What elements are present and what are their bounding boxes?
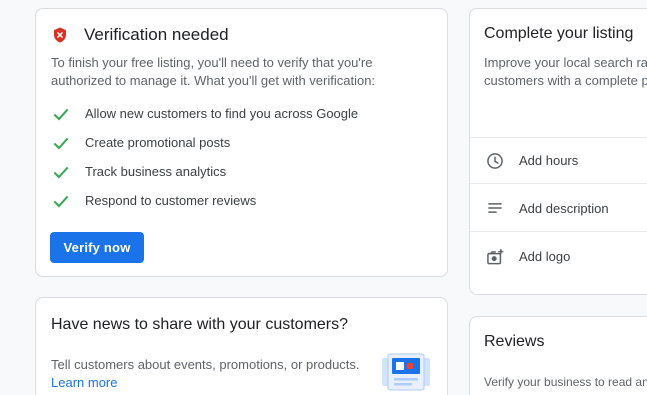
- add-logo-label: Add logo: [519, 249, 571, 264]
- verification-card: Verification needed To finish your free …: [35, 8, 448, 277]
- benefits-list: Allow new customers to find you across G…: [51, 99, 358, 215]
- add-description-item[interactable]: Add description: [470, 185, 647, 232]
- add-hours-item[interactable]: Add hours: [470, 137, 647, 184]
- listing-description-line: Improve your local search rank: [484, 55, 647, 70]
- verification-header: Verification needed: [51, 25, 229, 45]
- add-description-label: Add description: [519, 200, 609, 216]
- add-logo-item[interactable]: Add logo: [470, 233, 647, 280]
- list-item: Respond to customer reviews: [51, 186, 358, 215]
- learn-more-link[interactable]: Learn more: [51, 375, 117, 390]
- listing-title: Complete your listing: [484, 25, 634, 42]
- checkmark-icon: [53, 108, 69, 120]
- text-lines-icon: [488, 203, 502, 213]
- checkmark-icon: [53, 137, 69, 149]
- checkmark-icon: [53, 195, 69, 207]
- reviews-description: Verify your business to read and: [484, 375, 647, 389]
- complete-listing-card: Complete your listing Improve your local…: [469, 8, 647, 295]
- news-card: Have news to share with your customers? …: [35, 297, 448, 395]
- benefit-label: Allow new customers to find you across G…: [85, 106, 359, 121]
- benefit-label: Create promotional posts: [85, 135, 231, 150]
- checkmark-icon: [53, 166, 69, 178]
- add-photo-icon: [487, 248, 504, 264]
- list-item: Allow new customers to find you across G…: [51, 99, 358, 128]
- benefit-label: Track business analytics: [85, 164, 227, 179]
- clock-icon: [487, 152, 503, 169]
- listing-description: Improve your local search rank customers…: [484, 54, 647, 90]
- list-item: Create promotional posts: [51, 128, 358, 157]
- news-description: Tell customers about events, promotions,…: [51, 357, 360, 372]
- listing-description-line: customers with a complete pro: [484, 73, 647, 88]
- add-hours-label: Add hours: [519, 153, 579, 168]
- reviews-title: Reviews: [484, 333, 545, 350]
- verify-now-button[interactable]: Verify now: [50, 232, 144, 263]
- verification-description: To finish your free listing, you'll need…: [51, 55, 376, 88]
- news-title: Have news to share with your customers?: [51, 316, 349, 333]
- shield-alert-icon: [54, 27, 66, 43]
- verification-title: Verification needed: [84, 25, 229, 44]
- benefit-label: Respond to customer reviews: [85, 193, 257, 208]
- post-illustration-icon: [382, 353, 430, 391]
- reviews-card: Reviews Verify your business to read and: [469, 316, 647, 395]
- list-item: Track business analytics: [51, 157, 358, 186]
